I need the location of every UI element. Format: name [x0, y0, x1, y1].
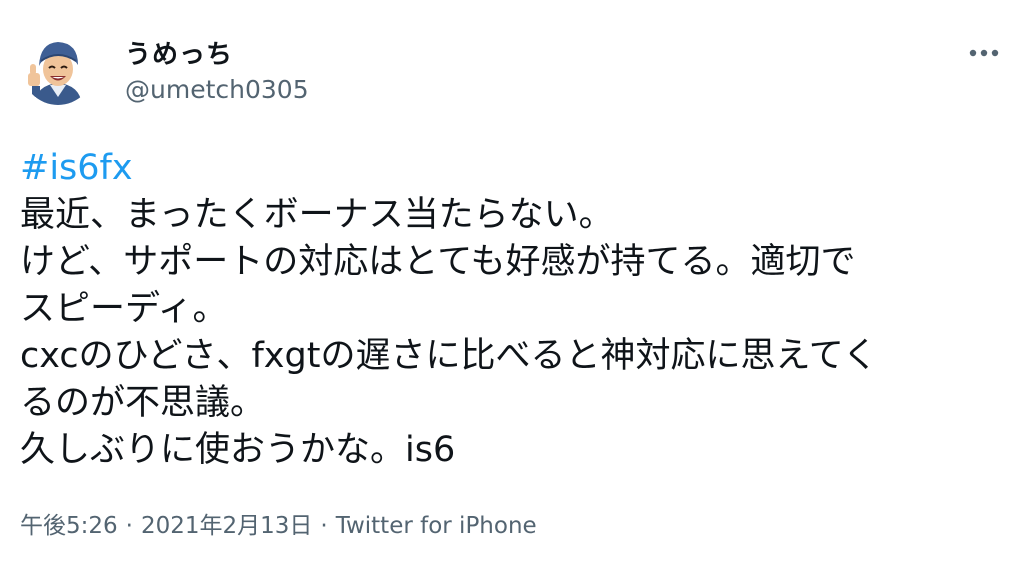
tweet-metadata: 午後5:26 · 2021年2月13日 · Twitter for iPhone — [20, 510, 537, 542]
tweet-text-line: 久しぶりに使おうかな。is6 — [20, 430, 456, 470]
display-name[interactable]: うめっち — [125, 38, 233, 72]
tweet-text: #is6fx 最近、まったくボーナス当たらない。 けど、サポートの対応はとても好… — [20, 145, 1005, 474]
tweet-card: うめっち @umetch0305 #is6fx 最近、まったくボーナス当たらない… — [0, 0, 1024, 573]
tweet-date-link[interactable]: 2021年2月13日 — [141, 513, 312, 539]
tweet-text-line: るのが不思議。 — [20, 383, 266, 423]
user-handle[interactable]: @umetch0305 — [125, 74, 309, 106]
more-horizontal-icon — [969, 49, 999, 57]
tweet-text-line: けど、サポートの対応はとても好感が持てる。適切で — [20, 242, 856, 282]
tweet-text-line: スピーディ。 — [20, 289, 228, 329]
tweet-text-line: 最近、まったくボーナス当たらない。 — [20, 195, 614, 235]
avatar[interactable] — [22, 33, 94, 105]
tweet-source-link[interactable]: Twitter for iPhone — [336, 513, 537, 539]
separator: · — [125, 513, 133, 539]
avatar-illustration — [22, 33, 94, 105]
separator: · — [320, 513, 328, 539]
tweet-text-line: cxcのひどさ、fxgtの遅さに比べると神対応に思えてく — [20, 336, 878, 376]
tweet-time-link[interactable]: 午後5:26 — [20, 513, 118, 539]
more-options-button[interactable] — [962, 40, 1006, 66]
hashtag-link[interactable]: #is6fx — [20, 145, 1005, 192]
